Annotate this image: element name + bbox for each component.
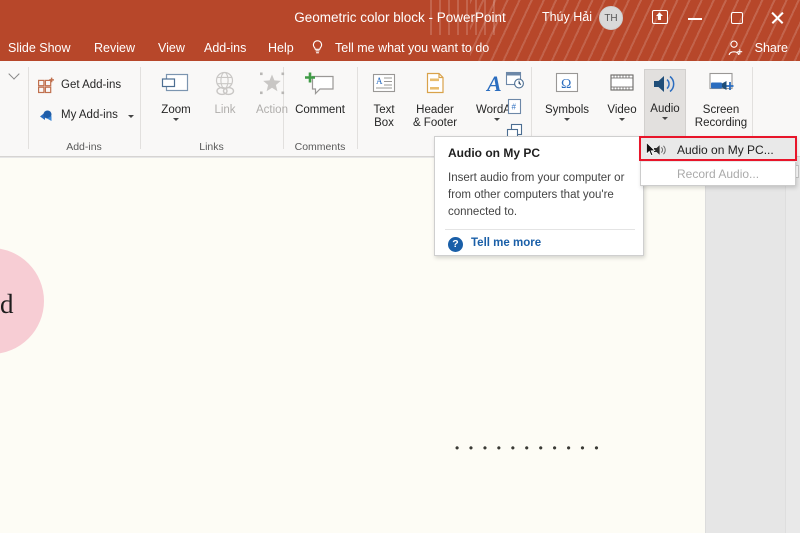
screen-recording-label-2: Recording (694, 117, 748, 129)
question-mark-icon: ? (448, 237, 463, 252)
audio-label: Audio (650, 103, 680, 115)
svg-text:A: A (376, 76, 383, 86)
tab-view[interactable]: View (158, 35, 185, 61)
screen-recording-label-1: Screen (702, 104, 740, 116)
audio-caret-icon[interactable] (662, 117, 668, 120)
ribbon-display-options-icon[interactable] (652, 10, 668, 24)
restore-icon (731, 12, 743, 24)
speaker-icon (654, 75, 675, 93)
tooltip-body: Insert audio from your computer or from … (448, 172, 625, 218)
title-bar: Geometric color block - PowerPoint Thúy … (0, 0, 800, 35)
tab-help[interactable]: Help (268, 35, 294, 61)
link-button[interactable]: Link (203, 71, 247, 117)
minimize-icon (688, 18, 702, 20)
video-button[interactable]: Video (600, 71, 644, 121)
action-star-icon (260, 72, 285, 95)
vertical-scrollbar[interactable] (785, 157, 800, 533)
ribbon-tab-bar: Slide Show Review View Add-ins Help Tell… (0, 35, 800, 61)
tooltip-divider (445, 229, 635, 230)
date-and-time-button[interactable] (505, 71, 529, 93)
group-separator (140, 67, 141, 149)
my-add-ins-icon (40, 110, 52, 121)
avatar[interactable]: TH (599, 6, 623, 30)
tab-slide-show[interactable]: Slide Show (8, 35, 71, 61)
video-label: Video (607, 104, 637, 116)
group-label-links: Links (199, 141, 224, 153)
tooltip-title: Audio on My PC (448, 146, 540, 160)
menu-item-record-audio[interactable]: Record Audio... (641, 162, 797, 186)
header-footer-label-1: Header (416, 104, 454, 116)
tab-review[interactable]: Review (94, 35, 135, 61)
add-ins-grid-icon (38, 77, 54, 94)
get-add-ins-label: Get Add-ins (61, 79, 122, 91)
share-label: Share (754, 41, 788, 55)
group-separator (28, 67, 29, 149)
header-footer-label-2: & Footer (412, 117, 458, 129)
decorative-dots: • • • • • • • • • • • (455, 441, 602, 455)
link-globe-icon (215, 71, 235, 96)
my-add-ins-button[interactable]: My Add-ins (38, 105, 136, 127)
wordart-caret-icon[interactable] (494, 118, 500, 121)
get-add-ins-button[interactable]: Get Add-ins (38, 75, 136, 97)
video-caret-icon[interactable] (619, 118, 625, 121)
symbols-label: Symbols (544, 104, 590, 116)
header-footer-icon (426, 72, 444, 94)
new-comment-icon (305, 72, 334, 95)
svg-text:#: # (512, 103, 517, 112)
lightbulb-icon (312, 40, 323, 54)
chevron-down-icon[interactable] (8, 67, 22, 79)
user-name[interactable]: Thúy Hải (542, 9, 592, 26)
zoom-label: Zoom (161, 104, 191, 116)
symbols-button[interactable]: Ω Symbols (540, 71, 594, 121)
slide-work-area: d • • • • • • • • • • • (0, 157, 800, 533)
omega-symbol-icon: Ω (555, 72, 579, 93)
tab-add-ins[interactable]: Add-ins (204, 35, 246, 61)
my-add-ins-caret-icon[interactable] (128, 115, 134, 118)
tab-bar-decoration (470, 35, 800, 61)
tell-me-label: Tell me what you want to do (335, 41, 490, 55)
tooltip-audio-on-my-pc: Audio on My PC Insert audio from your co… (434, 136, 644, 256)
tell-me-more-link[interactable]: Tell me more (471, 237, 541, 249)
slide-number-button[interactable]: # (505, 97, 529, 119)
zoom-caret-icon[interactable] (173, 118, 179, 121)
menu-item-record-audio-label: Record Audio... (677, 167, 760, 181)
group-separator (357, 67, 358, 149)
screen-recording-icon (709, 72, 734, 90)
powerpoint-window: Geometric color block - PowerPoint Thúy … (0, 0, 800, 533)
text-box-label-1: Text (373, 104, 395, 116)
slide-number-icon: # (507, 98, 522, 115)
symbols-caret-icon[interactable] (564, 118, 570, 121)
highlight-box-audio-on-my-pc (639, 136, 797, 161)
film-strip-icon (610, 74, 634, 91)
svg-text:A: A (485, 71, 502, 96)
mouse-cursor (646, 142, 656, 157)
action-label: Action (256, 104, 288, 116)
comment-button[interactable]: Comment (289, 71, 351, 117)
zoom-button[interactable]: Zoom (152, 71, 200, 121)
text-box-icon: A (372, 73, 396, 93)
header-footer-button[interactable]: Header & Footer (404, 71, 466, 130)
share-person-icon (728, 40, 743, 56)
zoom-slide-icon (161, 73, 189, 92)
text-box-label-2: Box (374, 117, 394, 129)
minimize-button[interactable] (672, 0, 718, 35)
link-label: Link (214, 104, 236, 116)
screen-recording-button[interactable]: Screen Recording (690, 71, 752, 130)
text-box-button[interactable]: A Text Box (366, 71, 402, 130)
group-label-comments: Comments (294, 141, 346, 153)
comment-label: Comment (295, 104, 345, 116)
my-add-ins-label: My Add-ins (61, 109, 118, 121)
close-button[interactable] (754, 0, 800, 35)
decorative-letter: d (0, 289, 14, 319)
svg-text:Ω: Ω (561, 77, 571, 92)
date-and-time-icon (505, 71, 524, 89)
group-label-add-ins: Add-ins (66, 141, 102, 153)
